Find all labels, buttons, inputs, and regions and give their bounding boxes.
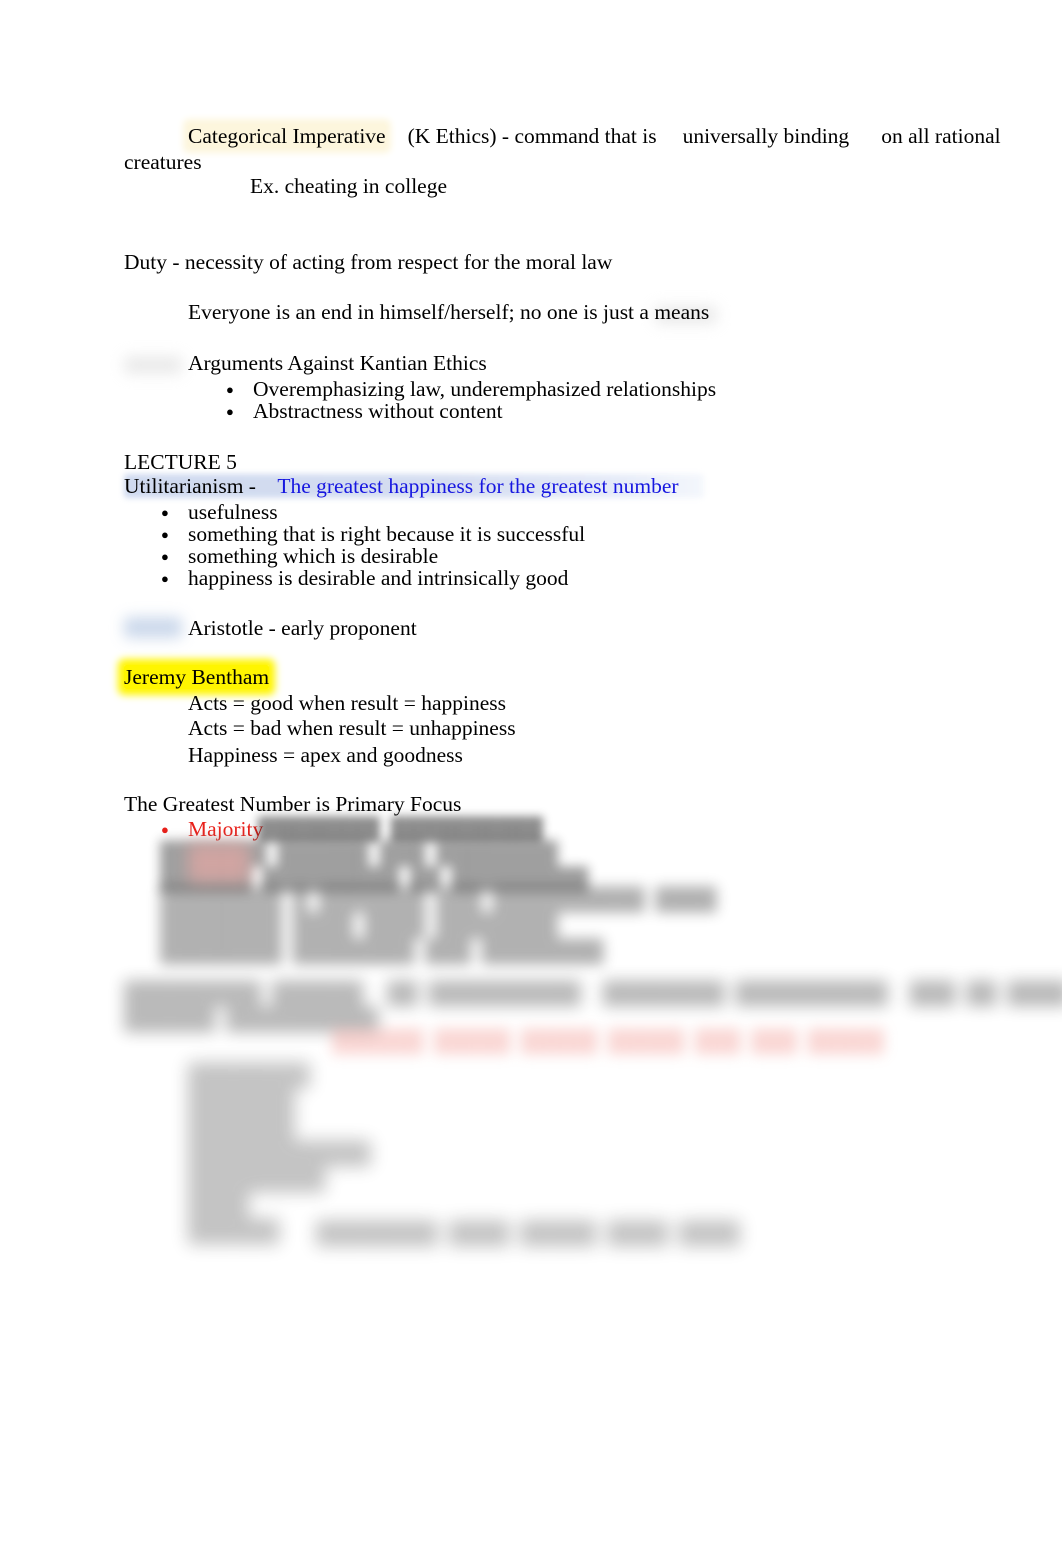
censored-red-banner: ██████ █████ █████ █████ ███ ███ █████ (332, 1028, 884, 1054)
categorical-imperative-rest-2: universally binding (682, 124, 850, 148)
censored-line: █████████ (188, 1167, 326, 1191)
censored-line: ████████ ████ ████ ████████ (160, 913, 558, 937)
utilitarianism-line: Utilitarianism - The greatest happiness … (124, 473, 679, 499)
utilitarianism-bullet-4: happiness is desirable and intrinsically… (161, 565, 568, 592)
lecture-5-label: LECTURE 5 (124, 450, 237, 474)
censored-red-line: ██████ █████ █████ █████ ███ ███ █████ (332, 1029, 884, 1053)
categorical-imperative-rest-1: (K Ethics) - command that is (407, 124, 657, 148)
everyone-is-an-end: Everyone is an end in himself/herself; n… (188, 300, 710, 324)
censored-line: ███████ (188, 1115, 295, 1139)
censored-line: ████████ (188, 1063, 310, 1087)
censored-block-greatest-number-list-2: ████████ █ ███████ ███ ██████████ ████ █… (160, 886, 717, 964)
jeremy-bentham-highlight: Jeremy Bentham (124, 665, 270, 689)
utilitarianism-term: Utilitarianism - (124, 474, 262, 498)
categorical-imperative-term: Categorical Imperative (188, 124, 386, 148)
arguments-against-kantian-ethics-heading: Arguments Against Kantian Ethics (188, 351, 487, 375)
censored-seg-3: ████████ ██████████ (602, 981, 888, 1005)
censored-seg-2: ██ ██████████ (387, 981, 581, 1005)
censored-line: ████████ ████ █████ ████ ████ (316, 1221, 740, 1245)
bentham-point-2: Acts = bad when result = unhappiness (188, 716, 516, 740)
censored-bottom-list: ████████ ███████ ███████ ████████████ ██… (160, 1062, 480, 1244)
cheating-example: Ex. cheating in college (250, 174, 448, 198)
categorical-imperative-wrap: creatures (124, 150, 202, 174)
censored-paragraph: █████████ ██████ ██ ██████████ ████████ ██… (124, 980, 1062, 1032)
censored-line: ████████ ████████ ███ ████████ (160, 939, 604, 963)
categorical-imperative-rest-3: on all rational (881, 124, 1001, 148)
censored-line: ███████ (188, 1089, 295, 1113)
bentham-point-3: Happiness = apex and goodness (188, 743, 463, 767)
utilitarianism-definition: The greatest happiness for the greatest … (277, 474, 679, 498)
censored-smudge-left-of-aristotle (124, 617, 182, 638)
censored-seg-4: ███ ██ ████ ██ ████████ █████████ (909, 981, 1062, 1005)
censored-block-majority-row: ████████ ██████████ (258, 816, 558, 842)
categorical-imperative-line: Categorical Imperative (K Ethics) - comma… (188, 123, 1001, 149)
jeremy-bentham-name: Jeremy Bentham (124, 664, 270, 690)
aristotle-note: Aristotle - early proponent (188, 616, 417, 640)
censored-red-smudge (188, 843, 250, 883)
bentham-point-1: Acts = good when result = happiness (188, 691, 507, 715)
censored-bottom-subitem: ████████ ████ █████ ████ ████ (268, 1220, 740, 1246)
censored-line: ████████ ██████████ (258, 817, 543, 841)
duty-definition: Duty - necessity of acting from respect … (124, 250, 613, 274)
greatest-number-bullet-majority: Majority (161, 816, 263, 843)
censored-smudge-left-of-arguments (124, 356, 182, 374)
censored-line: ████████ █ ███████ ███ ██████████ ████ (160, 887, 717, 911)
censored-seg-1: █████████ ██████ (124, 981, 364, 1005)
censored-line: ████ (188, 1193, 249, 1217)
argument-item-2: Abstractness without content (226, 398, 503, 425)
censored-line: ████████████ (188, 1141, 371, 1165)
censored-line: █████████ ██████ ██ ██████████ ████████ ██… (124, 980, 1062, 1006)
document-page: Categorical Imperative (K Ethics) - comma… (0, 0, 1062, 1561)
greatest-number-heading: The Greatest Number is Primary Focus (124, 792, 462, 816)
